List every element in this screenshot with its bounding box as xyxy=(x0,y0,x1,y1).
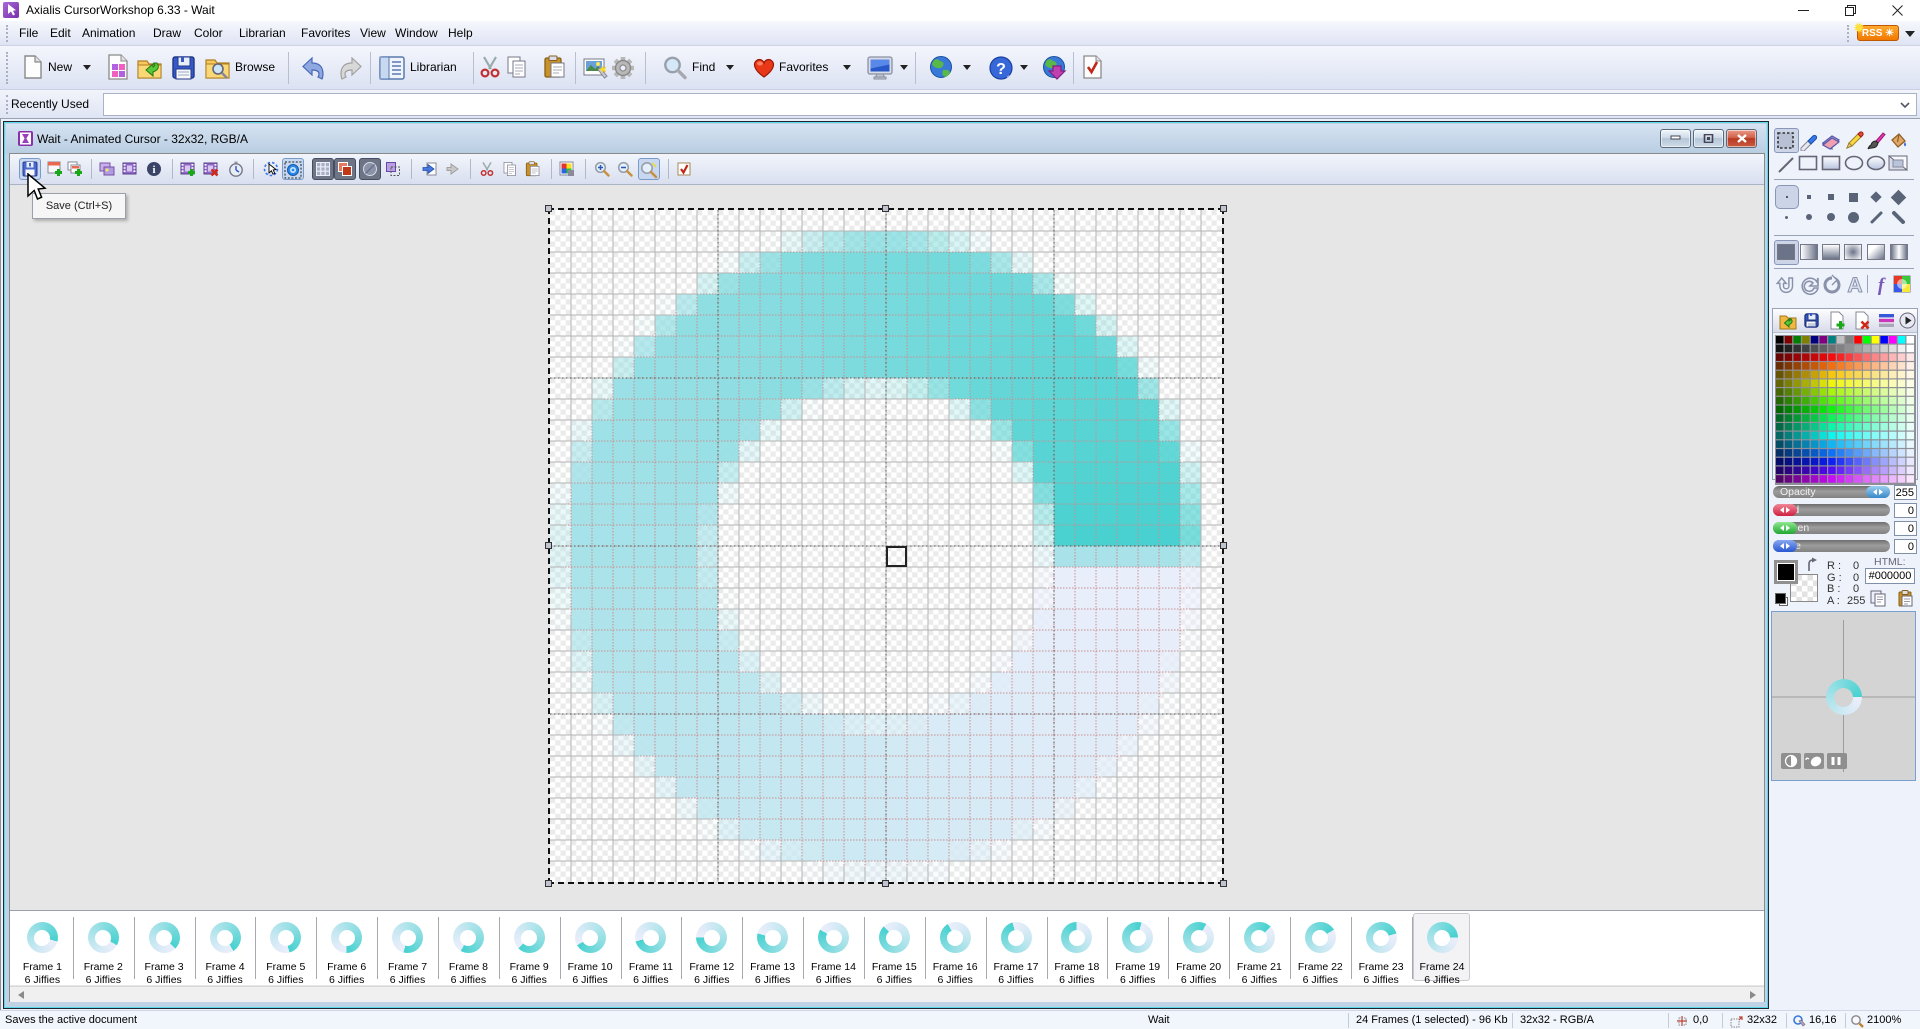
svg-text:f: f xyxy=(1878,275,1886,295)
svg-text:i: i xyxy=(152,164,155,176)
svg-text:A: A xyxy=(1847,274,1862,295)
svg-text:?: ? xyxy=(996,61,1006,78)
